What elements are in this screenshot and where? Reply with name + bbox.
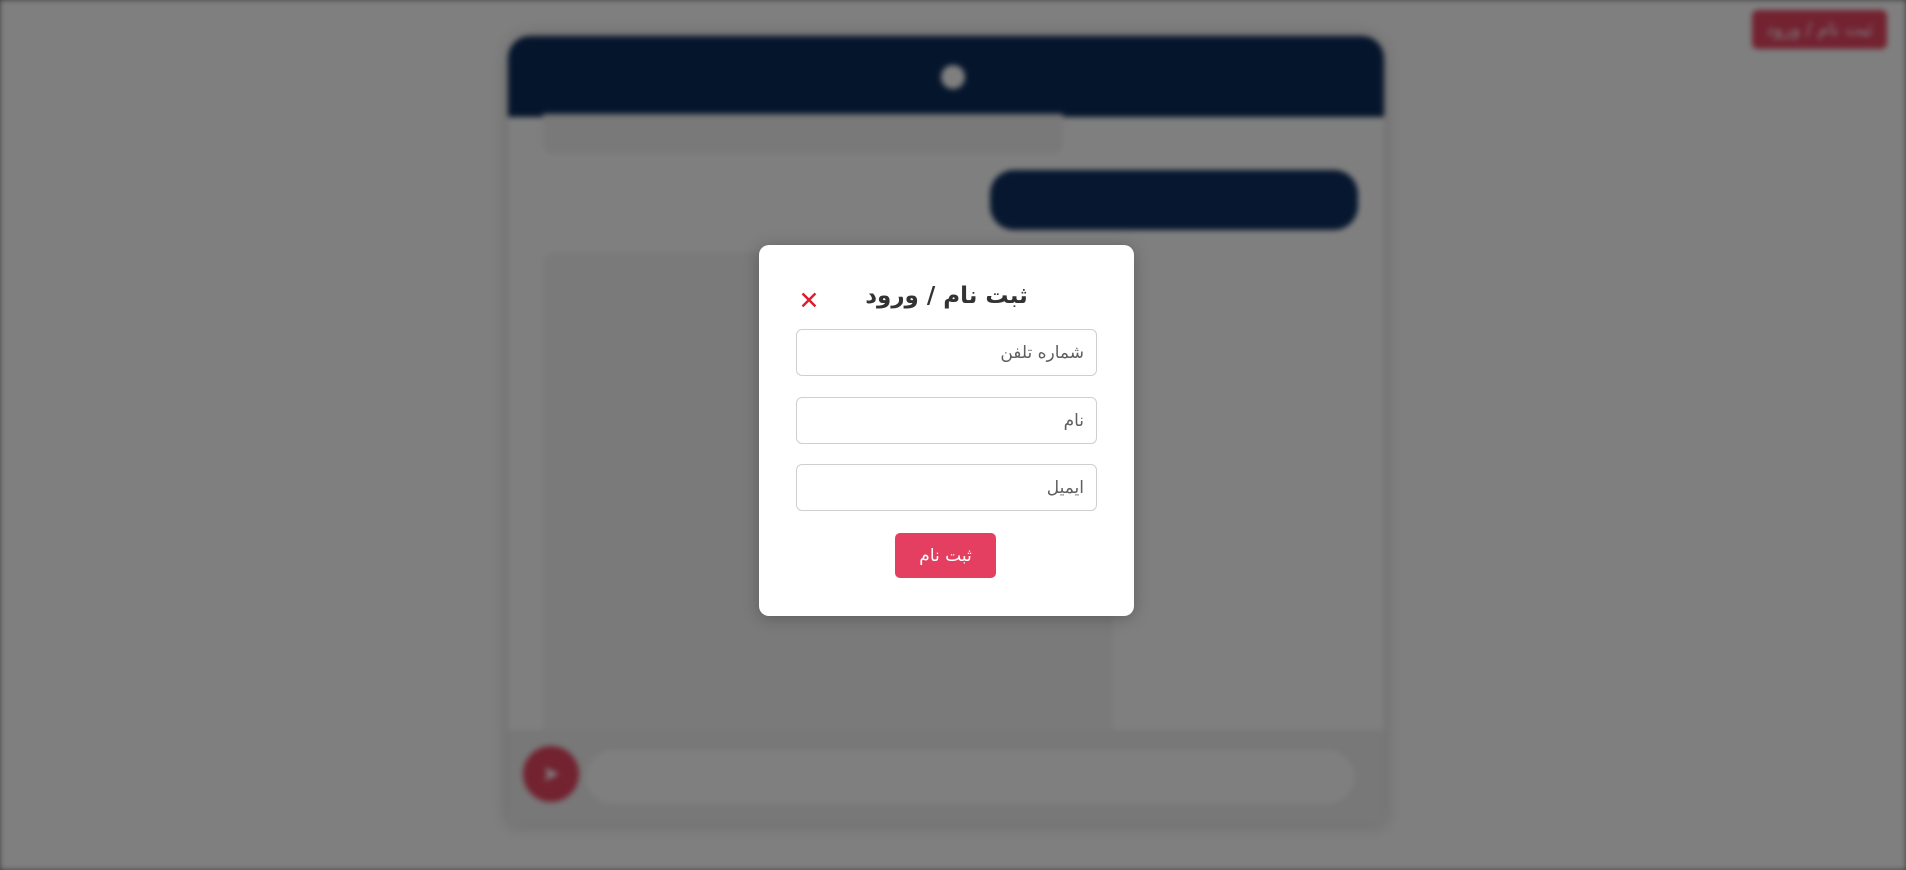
name-field[interactable]	[796, 397, 1097, 444]
phone-field[interactable]	[796, 329, 1097, 376]
close-button[interactable]: ✕	[795, 287, 823, 315]
email-field[interactable]	[796, 464, 1097, 511]
signup-login-modal: ثبت نام / ورود ✕ ثبت نام	[759, 245, 1134, 616]
close-icon: ✕	[798, 287, 820, 315]
signup-submit-button[interactable]: ثبت نام	[895, 533, 996, 578]
